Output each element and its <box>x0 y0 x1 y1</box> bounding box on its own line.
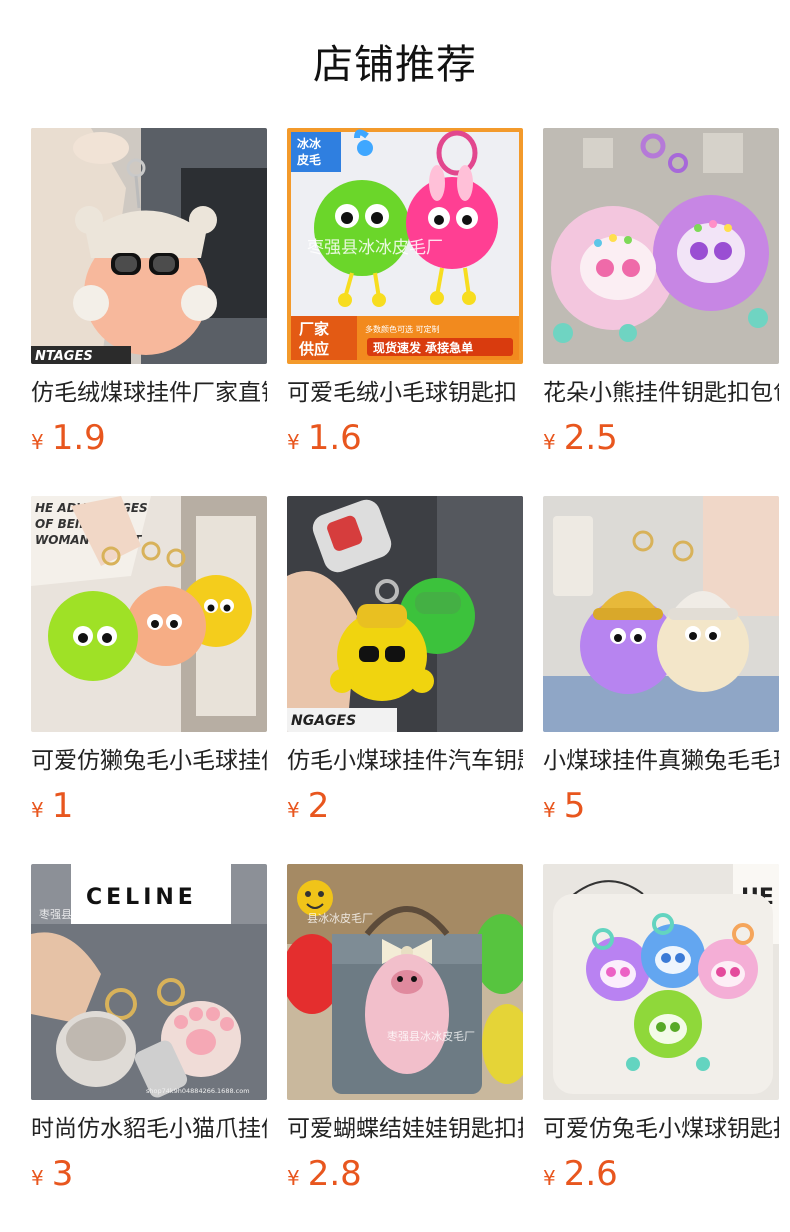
promo-main: 现货速发 承接急单 <box>373 340 473 355</box>
product-price: ¥5 <box>543 786 585 826</box>
product-price: ¥1.6 <box>287 418 362 458</box>
product-image[interactable]: NTAGES <box>31 128 267 364</box>
product-image[interactable]: NGAGES <box>287 496 523 732</box>
svg-text:CELINE: CELINE <box>86 885 197 910</box>
corner-tag-line1: 冰冰 <box>297 136 322 151</box>
svg-text:NGAGES: NGAGES <box>291 713 356 729</box>
price-value: 2.8 <box>307 1154 362 1194</box>
product-image[interactable]: CELINE 枣强县冰冰皮毛厂 shop74k9h04884266.1688.c… <box>31 864 267 1100</box>
product-grid: NTAGES 仿毛绒煤球挂件厂家直销 ¥1.9 冰冰 皮毛 枣强县冰冰皮毛厂 厂… <box>31 128 779 1218</box>
currency-symbol: ¥ <box>31 798 44 822</box>
product-image[interactable] <box>543 496 779 732</box>
product-card[interactable]: HE ADVANTAGES OF BEING WOMAN ARTIST <box>31 496 267 826</box>
flower-bear-image <box>543 128 779 364</box>
promo-left-line1: 厂家 <box>299 320 329 338</box>
product-price: ¥2.6 <box>543 1154 618 1194</box>
price-value: 1.9 <box>51 418 106 458</box>
product-image[interactable]: 县冰冰皮毛厂 枣强县冰冰皮毛厂 <box>287 864 523 1100</box>
watermark: 枣强县冰冰皮毛厂 <box>307 238 443 258</box>
product-price: ¥3 <box>31 1154 73 1194</box>
product-card[interactable]: CELINE 枣强县冰冰皮毛厂 shop74k9h04884266.1688.c… <box>31 864 267 1194</box>
product-card[interactable]: UE 可爱仿兔毛小煤球钥匙扣 <box>543 864 779 1194</box>
price-value: 3 <box>51 1154 74 1194</box>
product-card[interactable]: 花朵小熊挂件钥匙扣包包 ¥2.5 <box>543 128 779 458</box>
product-price: ¥2.5 <box>543 418 618 458</box>
product-card[interactable]: 冰冰 皮毛 枣强县冰冰皮毛厂 厂家 供应 多数颜色可选 可定制 现货速发 承接急… <box>287 128 523 458</box>
product-name: 可爱蝴蝶结娃娃钥匙扣挂件 <box>287 1116 523 1142</box>
currency-symbol: ¥ <box>31 1166 44 1190</box>
product-name: 时尚仿水貂毛小猫爪挂件 <box>31 1116 267 1142</box>
three-fluffballs-image: HE ADVANTAGES OF BEING WOMAN ARTIST <box>31 496 267 732</box>
shop-footer: shop74k9h04884266.1688.com <box>146 1087 250 1095</box>
watermark: 枣强县冰冰皮毛厂 <box>387 1030 475 1043</box>
price-value: 5 <box>563 786 586 826</box>
product-name: 可爱仿獭兔毛小毛球挂件 <box>31 748 267 774</box>
currency-symbol: ¥ <box>543 430 556 454</box>
currency-symbol: ¥ <box>287 1166 300 1190</box>
promo-small: 多数颜色可选 可定制 <box>365 324 440 334</box>
currency-symbol: ¥ <box>287 430 300 454</box>
product-name: 可爱仿兔毛小煤球钥匙扣 <box>543 1116 779 1142</box>
section-title: 店铺推荐 <box>313 42 477 88</box>
green-pink-fluffball-image: 冰冰 皮毛 枣强县冰冰皮毛厂 厂家 供应 多数颜色可选 可定制 现货速发 承接急… <box>287 128 523 364</box>
currency-symbol: ¥ <box>543 798 556 822</box>
corner-tag-line2: 皮毛 <box>296 152 321 167</box>
product-card[interactable]: 县冰冰皮毛厂 枣强县冰冰皮毛厂 可爱蝴蝶结娃娃钥匙扣挂件 ¥2.8 <box>287 864 523 1194</box>
product-image[interactable]: UE <box>543 864 779 1100</box>
price-value: 1.6 <box>307 418 362 458</box>
purple-cream-fluffball-image <box>543 496 779 732</box>
product-price: ¥1 <box>31 786 73 826</box>
watermark: 枣强县冰冰皮毛厂 <box>39 908 127 921</box>
svg-text:县冰冰皮毛厂: 县冰冰皮毛厂 <box>307 912 373 925</box>
product-image[interactable]: HE ADVANTAGES OF BEING WOMAN ARTIST <box>31 496 267 732</box>
price-value: 1 <box>51 786 74 826</box>
product-card[interactable]: 小煤球挂件真獭兔毛毛球 ¥5 <box>543 496 779 826</box>
peach-fluffball-image: NTAGES <box>31 128 267 364</box>
svg-text:NTAGES: NTAGES <box>35 349 93 364</box>
product-image[interactable]: 冰冰 皮毛 枣强县冰冰皮毛厂 厂家 供应 多数颜色可选 可定制 现货速发 承接急… <box>287 128 523 364</box>
promo-left-line2: 供应 <box>298 340 329 358</box>
product-name: 仿毛绒煤球挂件厂家直销 <box>31 380 267 406</box>
product-card[interactable]: NTAGES 仿毛绒煤球挂件厂家直销 ¥1.9 <box>31 128 267 458</box>
product-name: 花朵小熊挂件钥匙扣包包 <box>543 380 779 406</box>
product-price: ¥1.9 <box>31 418 106 458</box>
price-value: 2 <box>307 786 330 826</box>
product-name: 仿毛小煤球挂件汽车钥匙扣 <box>287 748 523 774</box>
product-name: 小煤球挂件真獭兔毛毛球 <box>543 748 779 774</box>
cat-paw-image: CELINE 枣强县冰冰皮毛厂 shop74k9h04884266.1688.c… <box>31 864 267 1100</box>
yellow-green-fluffball-image: NGAGES <box>287 496 523 732</box>
price-value: 2.5 <box>563 418 618 458</box>
product-name: 可爱毛绒小毛球钥匙扣 <box>287 380 517 406</box>
price-value: 2.6 <box>563 1154 618 1194</box>
currency-symbol: ¥ <box>287 798 300 822</box>
colorful-fluffball-image: UE <box>543 864 779 1100</box>
bow-doll-image: 县冰冰皮毛厂 枣强县冰冰皮毛厂 <box>287 864 523 1100</box>
currency-symbol: ¥ <box>543 1166 556 1190</box>
product-image[interactable] <box>543 128 779 364</box>
product-price: ¥2.8 <box>287 1154 362 1194</box>
product-card[interactable]: NGAGES 仿毛小煤球挂件汽车钥匙扣 ¥2 <box>287 496 523 826</box>
product-price: ¥2 <box>287 786 329 826</box>
currency-symbol: ¥ <box>31 430 44 454</box>
